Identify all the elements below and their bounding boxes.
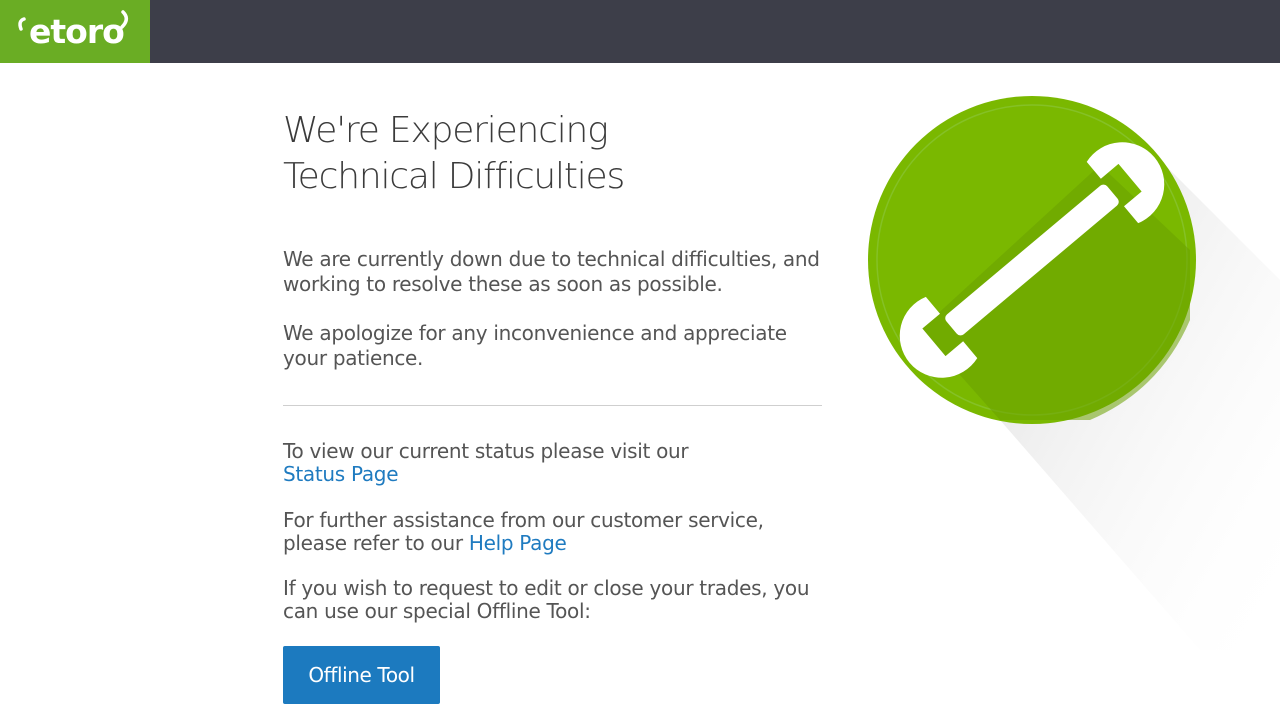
etoro-logo[interactable]: etoro [0, 0, 150, 63]
offline-paragraph: If you wish to request to edit or close … [283, 576, 810, 623]
divider [283, 405, 822, 406]
page-title: We're Experiencing Technical Difficultie… [283, 108, 823, 200]
offline-tool-button[interactable]: Offline Tool [283, 646, 440, 704]
title-line-2: Technical Difficulties [283, 156, 625, 197]
status-paragraph: To view our current status please visit … [283, 440, 823, 486]
help-paragraph: For further assistance from our customer… [283, 509, 823, 555]
status-text: To view our current status please visit … [283, 439, 689, 463]
apology-message: We apologize for any inconvenience and a… [283, 321, 787, 370]
wrench-icon [868, 96, 1280, 650]
help-page-link[interactable]: Help Page [469, 531, 567, 555]
maintenance-illustration [860, 90, 1280, 650]
main-content: We're Experiencing Technical Difficultie… [283, 108, 823, 704]
status-page-link[interactable]: Status Page [283, 462, 399, 486]
logo-text: etoro [29, 12, 125, 51]
title-line-1: We're Experiencing [283, 110, 609, 151]
top-bar: etoro [0, 0, 1280, 63]
down-message: We are currently down due to technical d… [283, 247, 820, 296]
